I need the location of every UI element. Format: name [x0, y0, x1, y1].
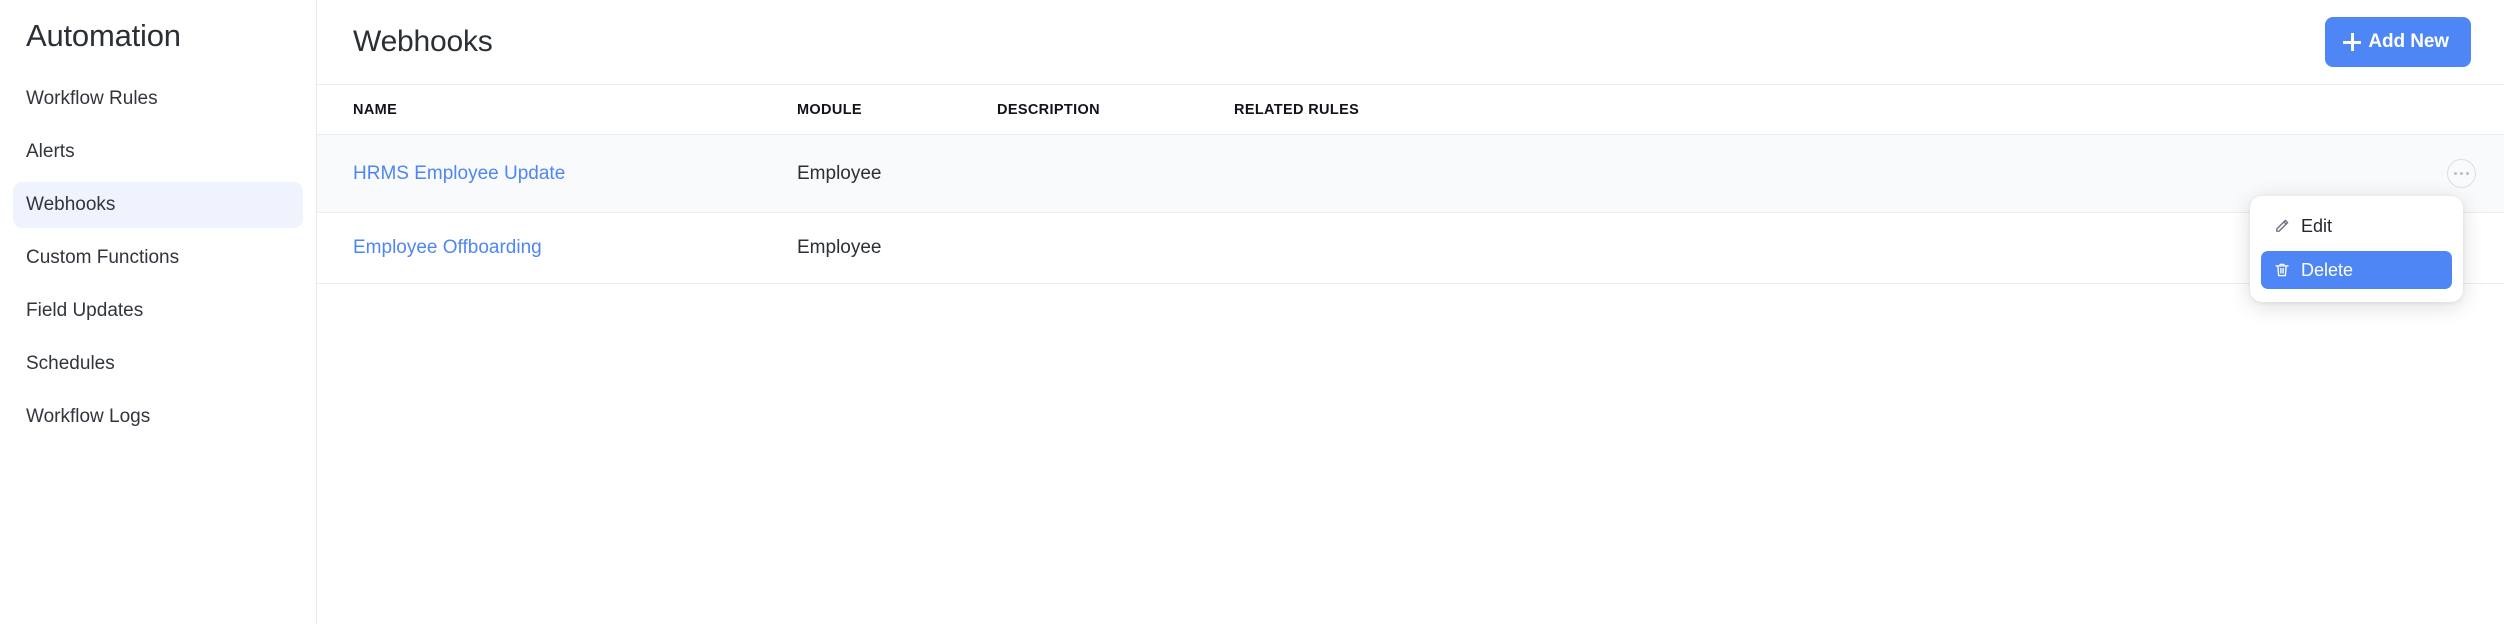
- cell-related-rules: [1234, 134, 1874, 213]
- sidebar-item-label: Webhooks: [26, 194, 116, 215]
- column-header-module[interactable]: MODULE: [797, 85, 997, 135]
- context-menu-item-label: Edit: [2301, 215, 2333, 236]
- context-menu-item-label: Delete: [2301, 259, 2354, 280]
- table-body: HRMS Employee Update Employee Employee O…: [317, 134, 2504, 284]
- sidebar-nav: Workflow Rules Alerts Webhooks Custom Fu…: [0, 76, 316, 447]
- sidebar-item-label: Workflow Logs: [26, 406, 151, 427]
- table-header-row: NAME MODULE DESCRIPTION RELATED RULES: [317, 85, 2504, 135]
- dot: [2460, 172, 2463, 175]
- cell-description: [997, 212, 1234, 284]
- context-menu-item-edit[interactable]: Edit: [2261, 207, 2452, 245]
- sidebar-item-label: Schedules: [26, 353, 115, 374]
- sidebar-item-label: Alerts: [26, 141, 75, 162]
- dot: [2454, 172, 2457, 175]
- dot: [2466, 172, 2469, 175]
- sidebar-item-label: Custom Functions: [26, 247, 180, 268]
- sidebar-item-label: Field Updates: [26, 300, 144, 321]
- context-menu-item-delete[interactable]: Delete: [2261, 251, 2452, 289]
- sidebar-title: Automation: [26, 18, 181, 53]
- column-header-actions: [1874, 85, 2504, 135]
- page-title: Webhooks: [353, 25, 493, 58]
- table-row[interactable]: HRMS Employee Update Employee: [317, 134, 2504, 213]
- main-content: Webhooks Add New NAME MODULE DESCRIPTION…: [317, 0, 2504, 624]
- cell-related-rules: [1234, 212, 1874, 284]
- automation-webhooks-page: Automation Workflow Rules Alerts Webhook…: [0, 0, 2504, 624]
- row-context-menu: Edit Delete: [2250, 196, 2463, 302]
- sidebar: Automation Workflow Rules Alerts Webhook…: [0, 0, 317, 624]
- sidebar-item-custom-functions[interactable]: Custom Functions: [13, 235, 303, 281]
- column-header-related-rules[interactable]: RELATED RULES: [1234, 85, 1874, 135]
- cell-module: Employee: [797, 212, 997, 284]
- webhook-name-link[interactable]: HRMS Employee Update: [353, 163, 565, 184]
- trash-icon: [2272, 261, 2291, 280]
- sidebar-item-webhooks[interactable]: Webhooks: [13, 182, 303, 228]
- sidebar-item-label: Workflow Rules: [26, 88, 158, 109]
- ellipsis-icon[interactable]: [2447, 159, 2476, 188]
- column-header-name[interactable]: NAME: [317, 85, 797, 135]
- cell-description: [997, 134, 1234, 213]
- cell-module: Employee: [797, 134, 997, 213]
- pencil-icon: [2272, 217, 2291, 236]
- table-header: NAME MODULE DESCRIPTION RELATED RULES: [317, 85, 2504, 135]
- sidebar-item-workflow-rules[interactable]: Workflow Rules: [13, 76, 303, 122]
- plus-icon: [2343, 33, 2362, 51]
- add-new-button[interactable]: Add New: [2325, 17, 2471, 67]
- column-header-description[interactable]: DESCRIPTION: [997, 85, 1234, 135]
- sidebar-item-alerts[interactable]: Alerts: [13, 129, 303, 175]
- sidebar-item-workflow-logs[interactable]: Workflow Logs: [13, 394, 303, 440]
- sidebar-item-schedules[interactable]: Schedules: [13, 341, 303, 387]
- cell-name: HRMS Employee Update: [317, 134, 797, 213]
- cell-name: Employee Offboarding: [317, 212, 797, 284]
- table-row[interactable]: Employee Offboarding Employee: [317, 212, 2504, 284]
- sidebar-item-field-updates[interactable]: Field Updates: [13, 288, 303, 334]
- page-header: Webhooks Add New: [317, 0, 2504, 85]
- add-new-button-label: Add New: [2368, 31, 2449, 52]
- webhooks-table: NAME MODULE DESCRIPTION RELATED RULES HR…: [317, 85, 2504, 284]
- webhook-name-link[interactable]: Employee Offboarding: [353, 237, 542, 258]
